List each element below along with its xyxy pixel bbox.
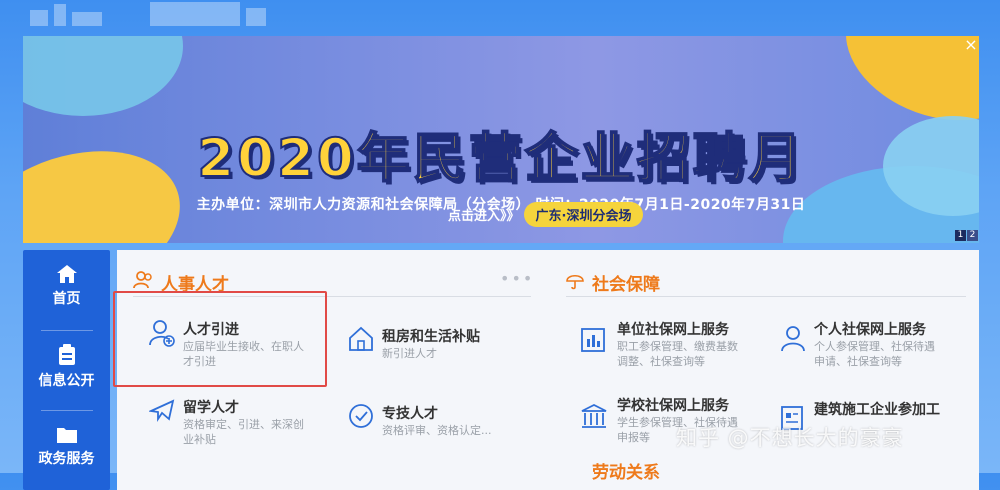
badge-icon (349, 404, 373, 428)
banner-pager: 1 2 (955, 230, 978, 241)
more-button[interactable]: ••• (500, 269, 534, 288)
house-icon (349, 326, 373, 351)
home-icon (56, 265, 77, 283)
banner-page-1[interactable]: 1 (955, 230, 966, 241)
service-desc: 新引进人才 (382, 347, 437, 360)
chart-building-icon (581, 328, 605, 352)
service-personal-social-security[interactable]: 个人社保网上服务 个人参保管理、社保待遇申请、社保查询等 (780, 319, 970, 369)
section-title-labor: 劳动关系 (592, 463, 660, 483)
service-company-social-security[interactable]: 单位社保网上服务 职工参保管理、缴费基数调整、社保查询等 (580, 319, 760, 369)
left-sidebar: 首页 信息公开 政务服务 (23, 250, 110, 490)
person-icon (781, 326, 805, 352)
sidebar-item-label: 政务服务 (38, 451, 95, 467)
sidebar-item-home[interactable]: 首页 (23, 264, 110, 308)
service-housing-subsidy[interactable]: 租房和生活补贴 新引进人才 (348, 326, 528, 366)
service-professional-talent[interactable]: 专技人才 资格评审、资格认定... (348, 403, 528, 443)
banner-title: 2020年民营企业招聘月 (196, 127, 805, 190)
sidebar-item-info[interactable]: 信息公开 (23, 344, 110, 390)
service-overseas-talent[interactable]: 留学人才 资格审定、引进、来深创业补贴 (149, 397, 319, 447)
service-title: 建筑施工企业参加工 (814, 402, 940, 418)
banner-cta[interactable]: 点击进入》》 广东·深圳分会场 (448, 202, 644, 227)
close-banner-button[interactable]: × (962, 36, 980, 54)
service-desc: 职工参保管理、缴费基数调整、社保查询等 (617, 340, 738, 368)
service-desc: 资格审定、引进、来深创业补贴 (183, 418, 304, 446)
sidebar-item-label: 首页 (52, 291, 81, 307)
banner-cta-pill[interactable]: 广东·深圳分会场 (523, 202, 644, 227)
service-desc: 资格评审、资格认定... (382, 424, 492, 437)
sidebar-item-label: 信息公开 (38, 373, 95, 389)
service-title: 单位社保网上服务 (617, 322, 729, 338)
school-icon (581, 403, 607, 428)
service-desc: 个人参保管理、社保待遇申请、社保查询等 (814, 340, 935, 368)
sidebar-item-services[interactable]: 政务服务 (23, 426, 110, 468)
section-title-social: 社会保障 (592, 275, 660, 295)
umbrella-icon (566, 274, 584, 290)
service-title: 专技人才 (382, 406, 438, 422)
service-title: 个人社保网上服务 (814, 322, 926, 338)
clipboard-icon (58, 344, 75, 365)
service-title: 留学人才 (183, 400, 239, 416)
service-title: 学校社保网上服务 (617, 398, 729, 414)
banner-page-2[interactable]: 2 (967, 230, 978, 241)
airplane-icon (149, 399, 175, 422)
watermark: 知乎 @不想长大的豪豪 (676, 426, 904, 450)
people-icon (133, 271, 152, 289)
folder-icon (56, 428, 77, 443)
top-header-strip (0, 0, 1000, 34)
skyline-decoration-icon (30, 2, 266, 26)
highlight-box (113, 291, 327, 387)
service-title: 租房和生活补贴 (382, 329, 480, 345)
banner-cta-text: 点击进入》》 (448, 209, 520, 224)
